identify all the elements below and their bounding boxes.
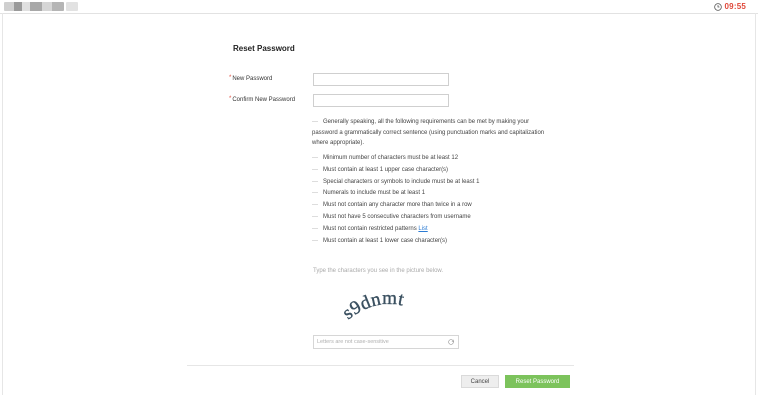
footer-divider xyxy=(187,365,574,366)
dash-bullet: — xyxy=(312,119,318,125)
requirement-item: — Minimum number of characters must be at… xyxy=(312,153,479,165)
new-password-input[interactable] xyxy=(313,73,449,86)
requirement-item: — Must not contain any character more tha… xyxy=(312,200,479,212)
left-border xyxy=(2,13,3,395)
dash-bullet: — xyxy=(312,155,318,161)
reset-password-button[interactable]: Reset Password xyxy=(505,375,570,388)
dash-bullet: — xyxy=(312,190,318,197)
dash-bullet: — xyxy=(312,166,318,173)
top-bar: 09:55 xyxy=(0,0,758,14)
dash-bullet: — xyxy=(312,237,318,244)
requirement-text: Must contain at least 1 upper case chara… xyxy=(323,166,449,173)
confirm-password-label: *Confirm New Password xyxy=(229,96,296,103)
blurred-subtitle xyxy=(66,2,78,11)
required-marker: * xyxy=(229,96,232,102)
requirement-item: — Numerals to include must be at least 1 xyxy=(312,188,479,200)
requirement-text: Must not have 5 consecutive characters f… xyxy=(323,213,471,220)
required-marker: * xyxy=(229,75,232,81)
page-title: Reset Password xyxy=(233,44,295,53)
requirement-text: Numerals to include must be at least 1 xyxy=(323,190,426,197)
dash-bullet: — xyxy=(312,225,318,232)
captcha-image: s9dnmt xyxy=(340,288,406,324)
svg-text:s9dnmt: s9dnmt xyxy=(340,288,406,324)
requirement-item: — Must not contain restricted patterns Li… xyxy=(312,224,479,236)
new-password-label-text: New Password xyxy=(232,76,273,82)
captcha-text: s9dnmt xyxy=(340,288,406,324)
restricted-patterns-list-link[interactable]: List xyxy=(418,226,427,232)
requirement-text: Special characters or symbols to include… xyxy=(323,178,480,185)
requirement-text: Must not contain any character more than… xyxy=(323,202,472,209)
dash-bullet: — xyxy=(312,213,318,220)
dash-bullet: — xyxy=(312,202,318,209)
requirement-text: Minimum number of characters must be at … xyxy=(323,155,459,161)
refresh-icon[interactable] xyxy=(447,338,455,346)
requirement-text: Must contain at least 1 lower case chara… xyxy=(323,237,448,244)
session-timer: 09:55 xyxy=(713,0,746,13)
cancel-button[interactable]: Cancel xyxy=(461,375,499,388)
new-password-label: *New Password xyxy=(229,75,273,82)
dash-bullet: — xyxy=(312,178,318,185)
right-border xyxy=(755,13,756,395)
clock-icon xyxy=(713,2,722,11)
requirement-text: Must not contain restricted patterns xyxy=(323,225,417,232)
requirements-intro-text: Generally speaking, all the following re… xyxy=(312,119,545,146)
timer-text: 09:55 xyxy=(724,2,746,11)
confirm-password-input[interactable] xyxy=(313,94,449,107)
requirement-item: — Must contain at least 1 lower case char… xyxy=(312,236,479,248)
requirements-list: — Minimum number of characters must be at… xyxy=(312,153,479,247)
captcha-field xyxy=(313,335,459,349)
blurred-title xyxy=(4,2,64,11)
requirement-item: — Must not have 5 consecutive characters … xyxy=(312,212,479,224)
requirement-item: — Must contain at least 1 upper case char… xyxy=(312,165,479,177)
confirm-password-label-text: Confirm New Password xyxy=(232,97,296,103)
requirement-item: — Special characters or symbols to includ… xyxy=(312,177,479,189)
captcha-input[interactable] xyxy=(314,337,445,347)
captcha-hint: Type the characters you see in the pictu… xyxy=(313,268,444,274)
requirements-intro: — Generally speaking, all the following r… xyxy=(312,117,552,149)
